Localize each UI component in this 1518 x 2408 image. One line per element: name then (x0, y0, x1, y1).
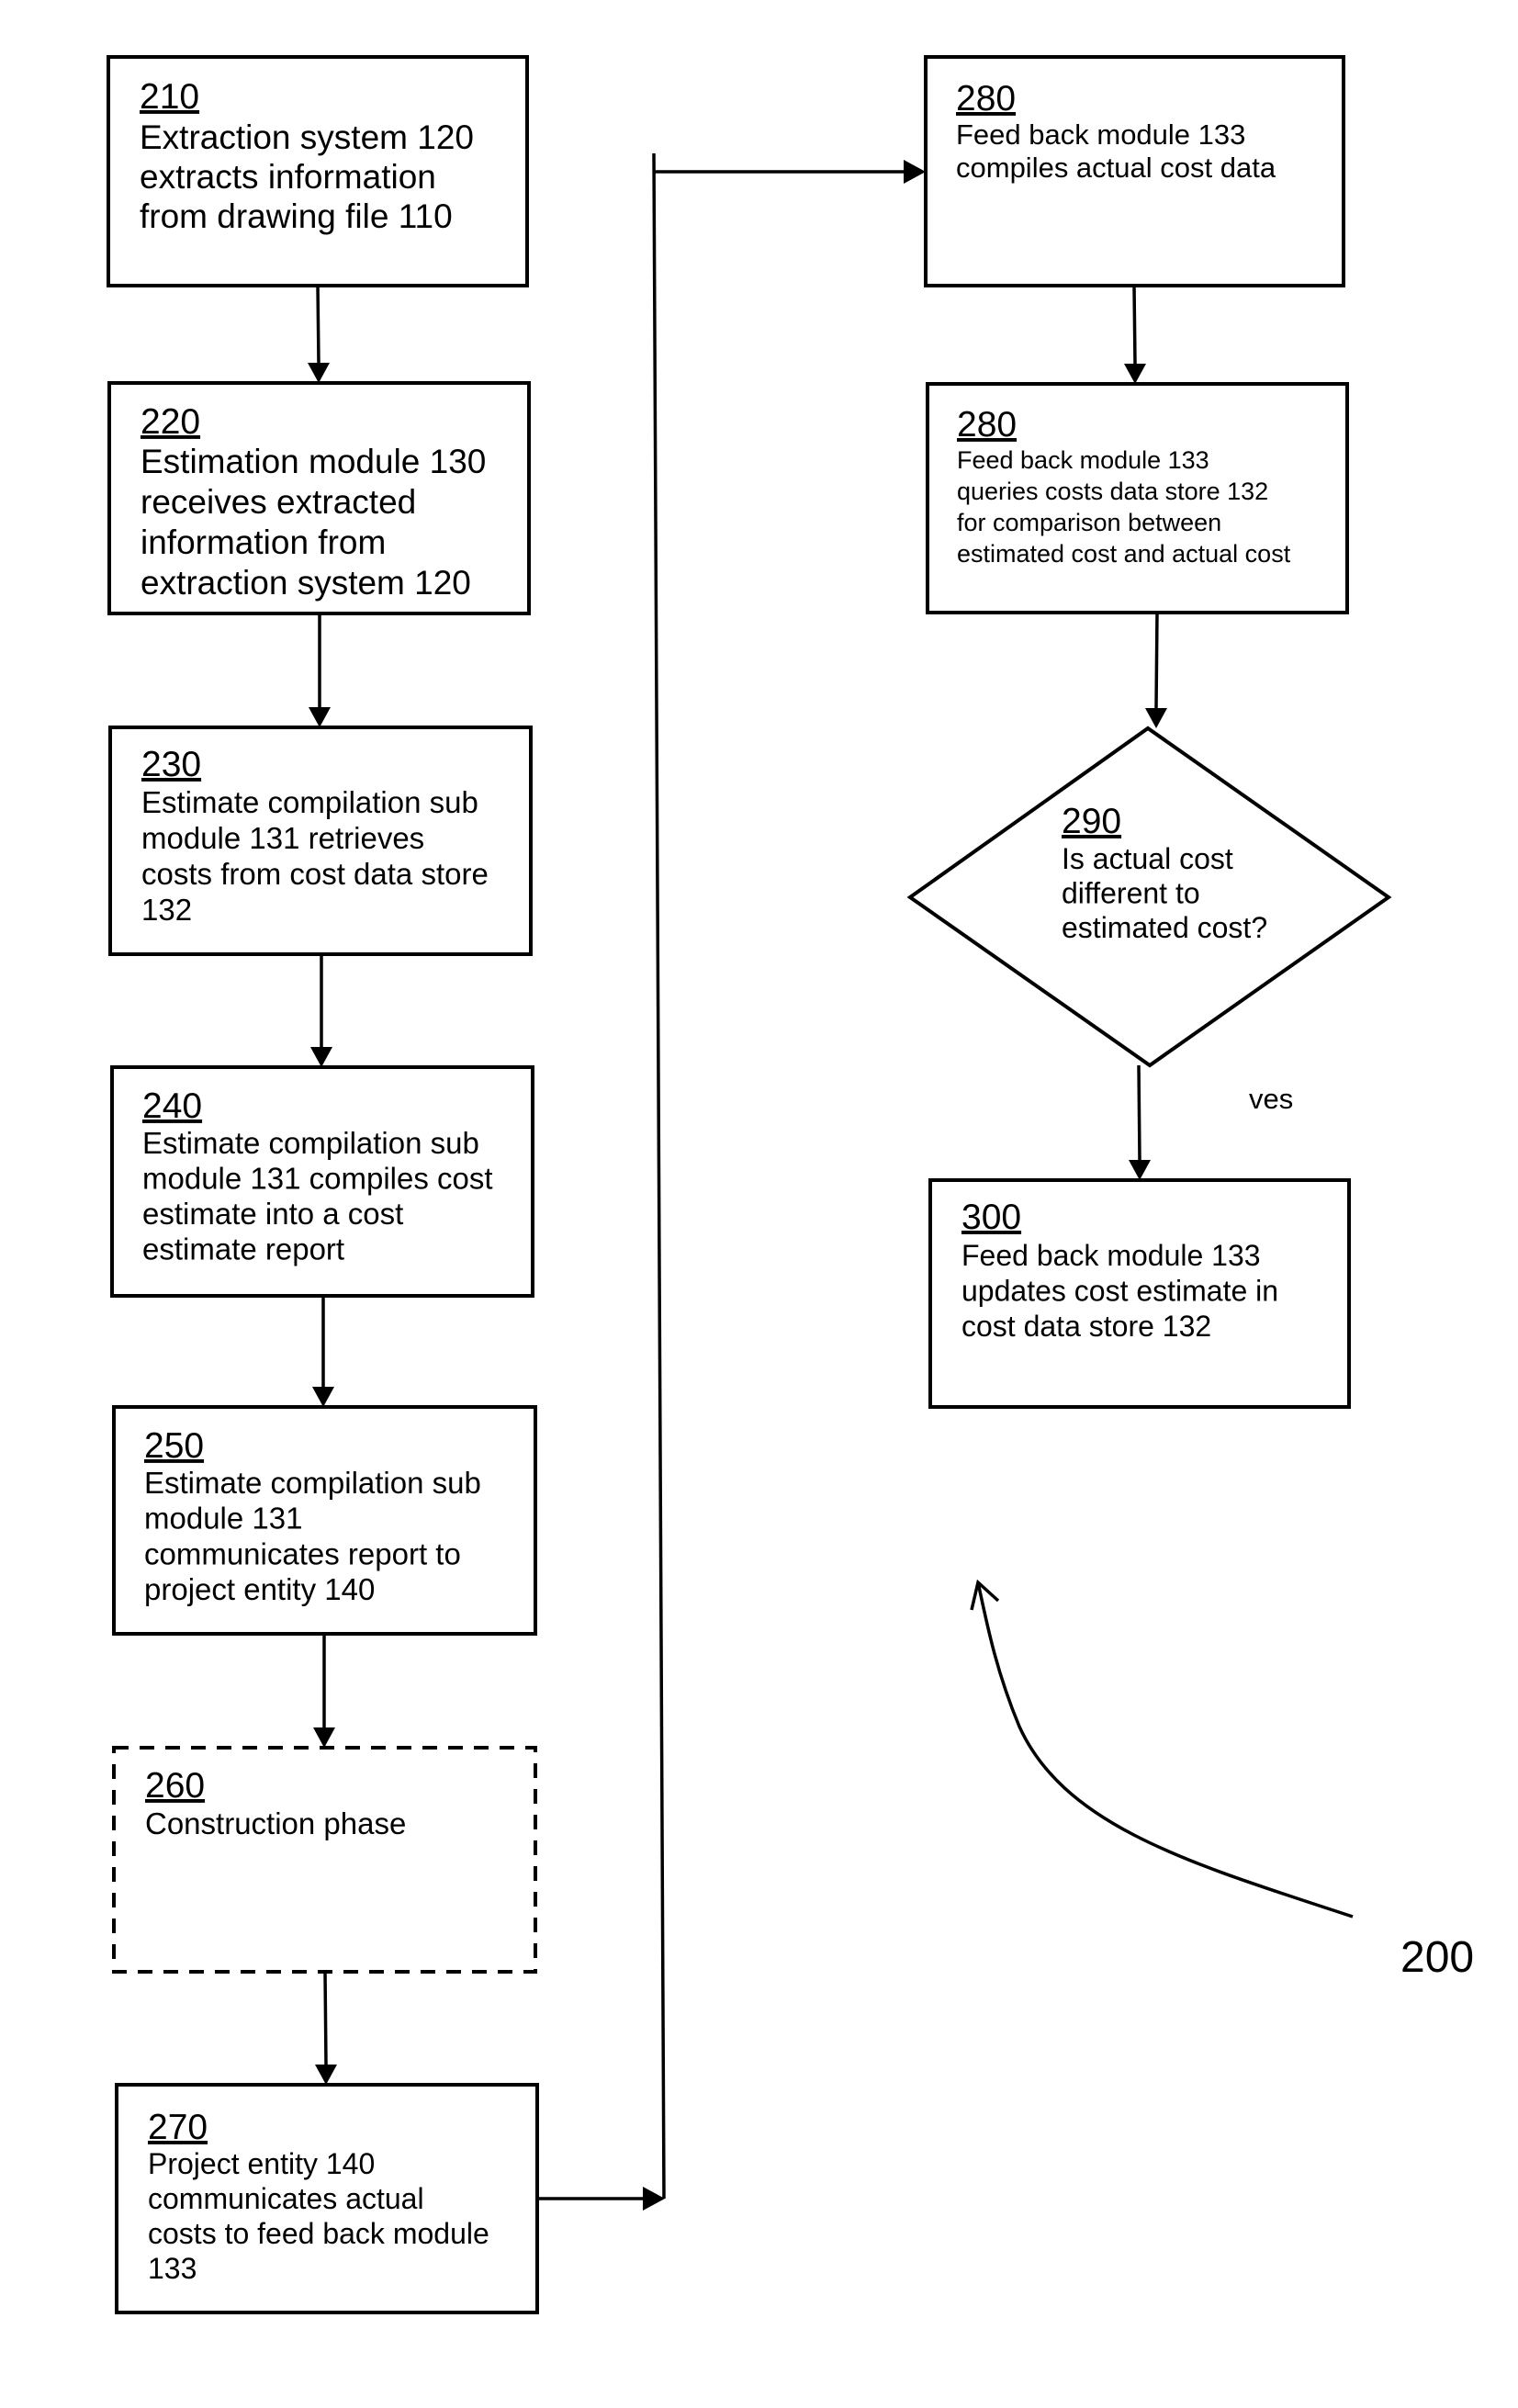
step-text-line: estimated cost? (1062, 911, 1267, 944)
step-text-line: Estimation module 130 (141, 443, 486, 480)
step-text-line: module 131 compiles cost (142, 1162, 493, 1196)
step-text-line: Feed back module 133 (957, 446, 1209, 474)
arrowhead-icon (312, 1387, 334, 1407)
step-text-line: 132 (141, 893, 192, 927)
arrowhead-icon (1129, 1160, 1151, 1180)
step-text-line: extraction system 120 (141, 564, 471, 602)
step-text-line: Project entity 140 (148, 2147, 375, 2180)
step-text-line: receives extracted (141, 483, 416, 521)
arrow-260-270 (323, 1971, 328, 2065)
step-text-line: Estimate compilation sub (144, 1466, 481, 1500)
arrowhead-icon (310, 1047, 332, 1067)
reference-arrow-curve (976, 1581, 1354, 1919)
step-text-line: for comparison between (957, 509, 1221, 536)
step-text-line: Is actual cost (1062, 842, 1233, 875)
step-number: 280 (957, 405, 1017, 444)
step-text-line: project entity 140 (144, 1572, 375, 1606)
step-number: 280 (956, 79, 1016, 118)
reference-arrowhead-icon (970, 1579, 1000, 1611)
step-text-line: Feed back module 133 (961, 1239, 1261, 1272)
step-number: 290 (1062, 802, 1121, 841)
step-text-line: costs to feed back module (148, 2217, 489, 2250)
step-text-line: different to (1062, 877, 1200, 910)
step-text-line: queries costs data store 132 (957, 478, 1268, 505)
step-text-line: Construction phase (145, 1806, 406, 1840)
arrow-290-300 (1137, 1064, 1141, 1161)
step-text-line: module 131 (144, 1502, 302, 1536)
step-text-line: Estimate compilation sub (142, 1126, 479, 1160)
arrowhead-icon (315, 2065, 337, 2085)
arrowhead-icon (308, 363, 330, 383)
step-text-line: estimate report (142, 1232, 344, 1266)
decision-yes-label: ves (1249, 1083, 1293, 1115)
arrow-280a-280b (1132, 285, 1137, 365)
arrowhead-icon (643, 2187, 665, 2211)
arrowhead-icon (1124, 364, 1146, 384)
flowchart-diagram: 210Extraction system 120extracts informa… (107, 55, 1474, 2314)
step-text-line: cost data store 132 (961, 1310, 1211, 1343)
step-number: 210 (140, 77, 199, 117)
arrowhead-icon (1145, 708, 1167, 728)
step-text-line: extracts information (140, 158, 436, 196)
connector-vertical (652, 152, 666, 2200)
step-number: 270 (148, 2108, 208, 2147)
arrow-280b-290 (1154, 612, 1159, 709)
step-text-line: Estimate compilation sub (141, 785, 478, 819)
step-text-line: compiles actual cost data (956, 152, 1276, 184)
arrowhead-icon (309, 707, 331, 727)
arrowhead-icon (904, 160, 926, 184)
step-number: 220 (141, 402, 200, 442)
step-text-line: costs from cost data store (141, 857, 489, 891)
step-text-line: from drawing file 110 (140, 197, 453, 235)
step-text-line: communicates report to (144, 1536, 461, 1570)
step-text-line: information from (141, 523, 386, 561)
arrow-210-220 (316, 285, 320, 364)
arrowhead-icon (313, 1727, 335, 1748)
step-text-line: communicates actual (148, 2182, 424, 2215)
step-text-line: updates cost estimate in (961, 1275, 1278, 1308)
step-text-line: estimate into a cost (142, 1197, 403, 1231)
step-number: 240 (142, 1086, 202, 1126)
figure-reference-number: 200 (1400, 1933, 1474, 1982)
step-text-line: Extraction system 120 (140, 118, 474, 156)
step-text-line: 133 (148, 2252, 197, 2285)
step-number: 300 (961, 1198, 1021, 1237)
step-number: 260 (145, 1766, 205, 1806)
step-text-line: Feed back module 133 (956, 118, 1245, 151)
step-text-line: module 131 retrieves (141, 821, 424, 855)
step-text-line: estimated cost and actual cost (957, 540, 1291, 568)
step-number: 250 (144, 1426, 204, 1466)
step-number: 230 (141, 745, 201, 784)
